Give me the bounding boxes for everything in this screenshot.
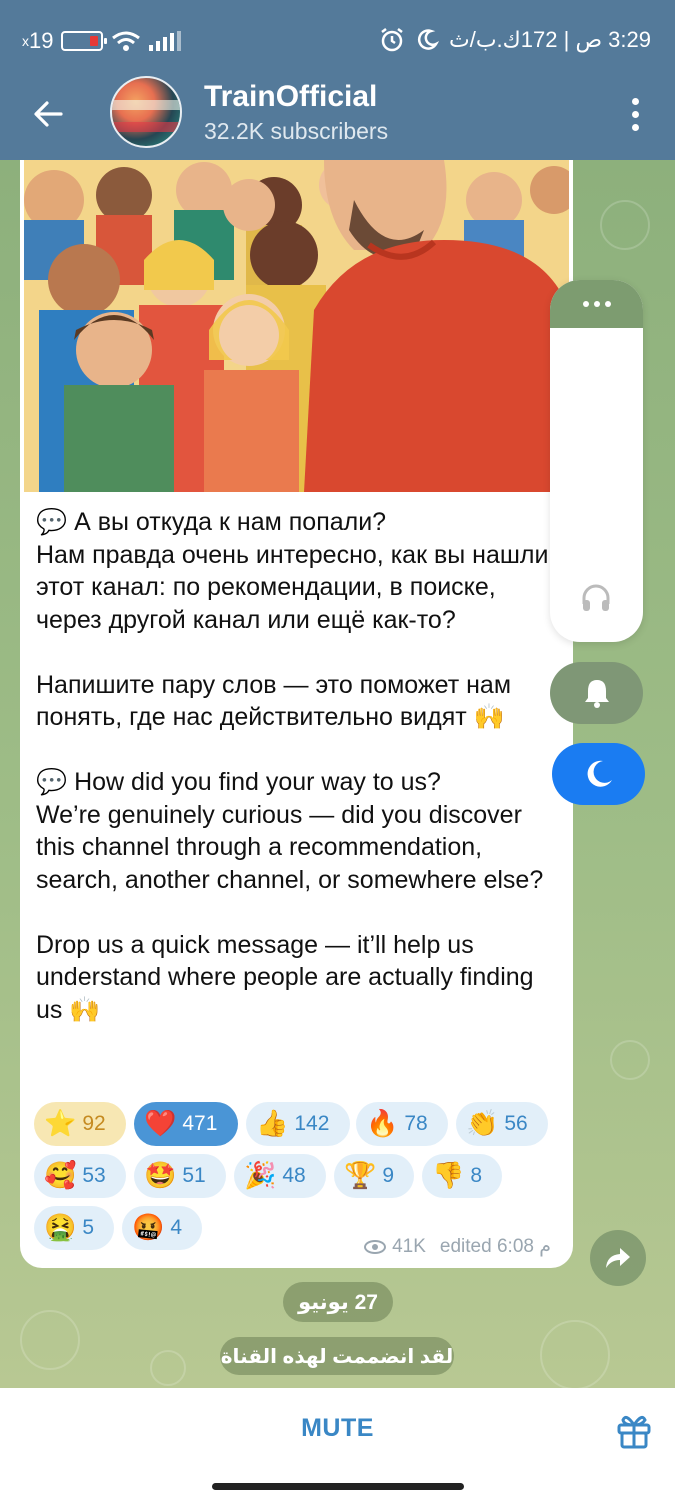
notification-prefix: x <box>22 33 29 49</box>
reaction-fire[interactable]: 🔥 78 <box>356 1102 448 1146</box>
reaction-party[interactable]: 🎉 48 <box>234 1154 326 1198</box>
reaction-vomit[interactable]: 🤮 5 <box>34 1206 114 1250</box>
reaction-trophy[interactable]: 🏆 9 <box>334 1154 414 1198</box>
view-count: 41K <box>392 1235 426 1257</box>
alarm-icon <box>381 28 403 52</box>
gift-icon[interactable] <box>614 1410 654 1450</box>
dnd-moon-icon <box>417 29 440 50</box>
status-time-text: 3:29 ص | 172ك.ب/ث <box>449 27 651 52</box>
eye-icon <box>364 1239 387 1254</box>
panel-handle[interactable] <box>550 280 643 328</box>
reaction-cursing[interactable]: 🤬 4 <box>122 1206 202 1250</box>
crowd-illustration <box>24 160 569 492</box>
reaction-count: 5 <box>82 1216 95 1239</box>
bell-icon <box>584 680 609 708</box>
reaction-count: 9 <box>382 1164 395 1187</box>
signal-icon <box>149 31 182 51</box>
vomit-face-icon: 🤮 <box>44 1213 77 1243</box>
bell-button[interactable] <box>550 662 643 724</box>
headphones-icon[interactable] <box>580 582 612 614</box>
reaction-count: 8 <box>470 1164 483 1187</box>
edited-time: edited 6:08 م <box>439 1236 551 1257</box>
reaction-count: 92 <box>82 1112 106 1135</box>
reaction-count: 4 <box>170 1216 183 1239</box>
reaction-count: 51 <box>182 1164 206 1187</box>
star-icon: ⭐ <box>44 1109 77 1139</box>
message-meta: 41K edited 6:08 م <box>364 1235 551 1258</box>
share-icon <box>606 1248 630 1268</box>
star-struck-icon: 🤩 <box>144 1161 177 1191</box>
reaction-smiling-hearts[interactable]: 🥰 53 <box>34 1154 126 1198</box>
arrow-left-icon <box>34 101 63 127</box>
notification-count: 19 <box>29 28 54 53</box>
reaction-clap[interactable]: 👏 56 <box>456 1102 548 1146</box>
reaction-heart[interactable]: ❤️ 471 <box>134 1102 238 1146</box>
trophy-icon: 🏆 <box>344 1161 377 1191</box>
cursing-face-icon: 🤬 <box>132 1213 165 1243</box>
date-separator: 27 يونيو <box>283 1282 393 1322</box>
service-message: لقد انضممت لهذه القناة <box>220 1337 454 1375</box>
post-image[interactable] <box>24 160 569 492</box>
status-right: 3:29 ص | 172ك.ب/ث <box>379 27 651 53</box>
reaction-star-struck[interactable]: 🤩 51 <box>134 1154 226 1198</box>
moon-icon <box>587 760 612 787</box>
message-bubble[interactable]: 💬 А вы откуда к нам попали? Нам правда о… <box>20 160 573 1268</box>
status-bar: x 19 3:29 ص | 172ك.ب/ث <box>0 0 675 80</box>
reaction-count: 48 <box>282 1164 306 1187</box>
reaction-count: 56 <box>504 1112 528 1135</box>
message-text: 💬 А вы откуда к нам попали? Нам правда о… <box>36 508 549 1024</box>
reaction-count: 471 <box>182 1112 218 1135</box>
battery-icon <box>61 31 108 51</box>
channel-avatar[interactable] <box>110 76 182 148</box>
reaction-thumbs-up[interactable]: 👍 142 <box>246 1102 350 1146</box>
reaction-count: 78 <box>404 1112 428 1135</box>
heart-icon: ❤️ <box>144 1109 177 1139</box>
reaction-count: 142 <box>294 1112 330 1135</box>
home-indicator[interactable] <box>212 1483 464 1490</box>
party-popper-icon: 🎉 <box>244 1161 277 1191</box>
smiling-hearts-icon: 🥰 <box>44 1161 77 1191</box>
wifi-icon <box>112 31 141 51</box>
channel-header: TrainOfficial 32.2K subscribers <box>0 76 675 160</box>
thumbs-down-icon: 👎 <box>432 1161 465 1191</box>
reaction-thumbs-down[interactable]: 👎 8 <box>422 1154 502 1198</box>
share-button[interactable] <box>590 1230 646 1286</box>
status-left: x 19 <box>22 28 182 54</box>
channel-title[interactable]: TrainOfficial <box>204 80 377 114</box>
subscriber-count: 32.2K subscribers <box>204 118 389 144</box>
reaction-star[interactable]: ⭐ 92 <box>34 1102 126 1146</box>
fire-icon: 🔥 <box>366 1109 399 1139</box>
back-button[interactable] <box>28 94 68 134</box>
kebab-menu-button[interactable] <box>625 98 645 131</box>
floating-panel[interactable] <box>550 280 643 642</box>
mute-button[interactable]: MUTE <box>0 1414 675 1443</box>
reaction-count: 53 <box>82 1164 106 1187</box>
night-mode-button[interactable] <box>552 743 645 805</box>
clap-icon: 👏 <box>466 1109 499 1139</box>
thumbs-up-icon: 👍 <box>256 1109 289 1139</box>
